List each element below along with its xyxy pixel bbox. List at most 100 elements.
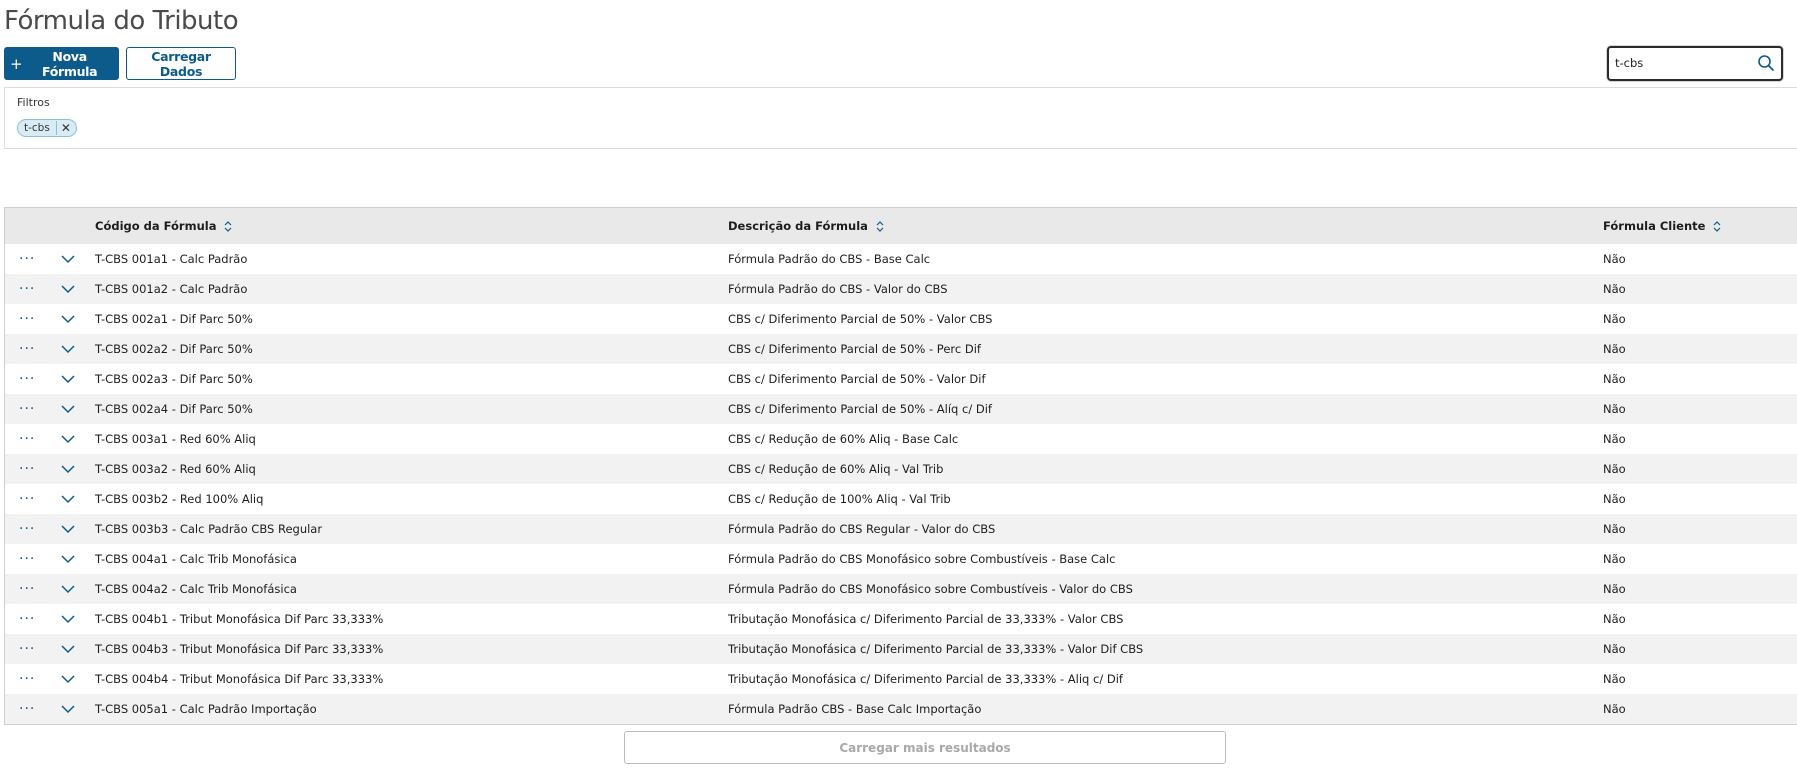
formula-description: Fórmula Padrão do CBS Regular - Valor do… xyxy=(728,522,996,536)
more-horizontal-icon[interactable]: ··· xyxy=(19,424,41,454)
more-horizontal-icon[interactable]: ··· xyxy=(19,514,41,544)
table-row[interactable]: ··· T-CBS 002a1 - Dif Parc 50% CBS c/ Dife… xyxy=(5,304,1797,334)
load-data-button[interactable]: Carregar Dados xyxy=(126,47,236,80)
chevron-down-icon[interactable] xyxy=(61,664,77,694)
chevron-down-icon[interactable] xyxy=(61,484,77,514)
sort-icon[interactable] xyxy=(876,220,884,232)
table-row[interactable]: ··· T-CBS 002a4 - Dif Parc 50% CBS c/ Dife… xyxy=(5,394,1797,424)
table-row[interactable]: ··· T-CBS 004b4 - Tribut Monofásica Dif P… xyxy=(5,664,1797,694)
formula-description: Tributação Monofásica c/ Diferimento Par… xyxy=(728,642,1144,656)
search-icon[interactable] xyxy=(1757,54,1775,72)
more-horizontal-icon[interactable]: ··· xyxy=(19,454,41,484)
chevron-down-icon[interactable] xyxy=(61,574,77,604)
formula-description: Fórmula Padrão do CBS - Valor do CBS xyxy=(728,282,948,296)
formula-client: Não xyxy=(1603,612,1626,626)
load-more-button[interactable]: Carregar mais resultados xyxy=(624,731,1226,764)
chevron-down-icon[interactable] xyxy=(61,274,77,304)
table-row[interactable]: ··· T-CBS 004a1 - Calc Trib Monofásica Fór… xyxy=(5,544,1797,574)
more-horizontal-icon[interactable]: ··· xyxy=(19,334,41,364)
chevron-down-icon[interactable] xyxy=(61,424,77,454)
chip-divider xyxy=(55,121,57,135)
formula-code: T-CBS 004b3 - Tribut Monofásica Dif Parc… xyxy=(95,642,384,656)
table-row[interactable]: ··· T-CBS 003a2 - Red 60% Aliq CBS c/ Redu… xyxy=(5,454,1797,484)
formula-client: Não xyxy=(1603,672,1626,686)
chevron-down-icon[interactable] xyxy=(61,454,77,484)
search-input[interactable] xyxy=(1615,54,1753,72)
chevron-down-icon[interactable] xyxy=(61,604,77,634)
sort-icon[interactable] xyxy=(1713,220,1721,232)
more-horizontal-icon[interactable]: ··· xyxy=(19,664,41,694)
new-formula-button[interactable]: + Nova Fórmula xyxy=(4,47,119,80)
formula-code: T-CBS 002a4 - Dif Parc 50% xyxy=(95,402,253,416)
formula-description: Fórmula Padrão do CBS Monofásico sobre C… xyxy=(728,552,1116,566)
close-icon[interactable]: ✕ xyxy=(61,121,76,135)
more-horizontal-icon[interactable]: ··· xyxy=(19,304,41,334)
chevron-down-icon[interactable] xyxy=(61,544,77,574)
chevron-down-icon[interactable] xyxy=(61,694,77,724)
chevron-down-icon[interactable] xyxy=(61,514,77,544)
chevron-down-icon[interactable] xyxy=(61,334,77,364)
formula-description: Fórmula Padrão CBS - Base Calc Importaçã… xyxy=(728,702,982,716)
formula-description: Fórmula Padrão do CBS Monofásico sobre C… xyxy=(728,582,1133,596)
formula-code: T-CBS 005a1 - Calc Padrão Importação xyxy=(95,702,317,716)
table-row[interactable]: ··· T-CBS 002a2 - Dif Parc 50% CBS c/ Dife… xyxy=(5,334,1797,364)
more-horizontal-icon[interactable]: ··· xyxy=(19,394,41,424)
formula-client: Não xyxy=(1603,402,1626,416)
table-row[interactable]: ··· T-CBS 004a2 - Calc Trib Monofásica Fór… xyxy=(5,574,1797,604)
chevron-down-icon[interactable] xyxy=(61,304,77,334)
more-horizontal-icon[interactable]: ··· xyxy=(19,694,41,724)
more-horizontal-icon[interactable]: ··· xyxy=(19,274,41,304)
table-row[interactable]: ··· T-CBS 004b1 - Tribut Monofásica Dif P… xyxy=(5,604,1797,634)
formula-description: CBS c/ Diferimento Parcial de 50% - Valo… xyxy=(728,312,993,326)
formula-code: T-CBS 003b2 - Red 100% Aliq xyxy=(95,492,264,506)
table-row[interactable]: ··· T-CBS 003b2 - Red 100% Aliq CBS c/ Red… xyxy=(5,484,1797,514)
formula-client: Não xyxy=(1603,552,1626,566)
search-box[interactable] xyxy=(1607,46,1783,81)
column-header-code-label: Código da Fórmula xyxy=(95,219,217,233)
formula-code: T-CBS 002a2 - Dif Parc 50% xyxy=(95,342,253,356)
formula-code: T-CBS 003a2 - Red 60% Aliq xyxy=(95,462,256,476)
table-row[interactable]: ··· T-CBS 002a3 - Dif Parc 50% CBS c/ Dife… xyxy=(5,364,1797,394)
formula-code: T-CBS 004a1 - Calc Trib Monofásica xyxy=(95,552,297,566)
column-header-code[interactable]: Código da Fórmula xyxy=(95,208,232,244)
formula-table: Código da Fórmula Descrição da Fórmula F… xyxy=(4,207,1797,725)
formula-description: CBS c/ Diferimento Parcial de 50% - Alíq… xyxy=(728,402,992,416)
sort-icon[interactable] xyxy=(224,220,232,232)
chevron-down-icon[interactable] xyxy=(61,634,77,664)
filters-label: Filtros xyxy=(17,96,50,109)
column-header-client[interactable]: Fórmula Cliente xyxy=(1603,208,1721,244)
chevron-down-icon[interactable] xyxy=(61,244,77,274)
table-row[interactable]: ··· T-CBS 005a1 - Calc Padrão Importação F… xyxy=(5,694,1797,724)
chevron-down-icon[interactable] xyxy=(61,394,77,424)
table-row[interactable]: ··· T-CBS 001a2 - Calc Padrão Fórmula Padr… xyxy=(5,274,1797,304)
table-header: Código da Fórmula Descrição da Fórmula F… xyxy=(5,208,1797,244)
formula-code: T-CBS 001a1 - Calc Padrão xyxy=(95,252,248,266)
formula-code: T-CBS 004b4 - Tribut Monofásica Dif Parc… xyxy=(95,672,384,686)
more-horizontal-icon[interactable]: ··· xyxy=(19,244,41,274)
formula-description: Tributação Monofásica c/ Diferimento Par… xyxy=(728,612,1124,626)
formula-code: T-CBS 004a2 - Calc Trib Monofásica xyxy=(95,582,297,596)
more-horizontal-icon[interactable]: ··· xyxy=(19,574,41,604)
column-header-description[interactable]: Descrição da Fórmula xyxy=(728,208,884,244)
more-horizontal-icon[interactable]: ··· xyxy=(19,544,41,574)
filter-chip: t-cbs ✕ xyxy=(17,119,77,137)
formula-code: T-CBS 002a3 - Dif Parc 50% xyxy=(95,372,253,386)
more-horizontal-icon[interactable]: ··· xyxy=(19,634,41,664)
table-row[interactable]: ··· T-CBS 004b3 - Tribut Monofásica Dif P… xyxy=(5,634,1797,664)
formula-client: Não xyxy=(1603,522,1626,536)
table-row[interactable]: ··· T-CBS 003a1 - Red 60% Aliq CBS c/ Redu… xyxy=(5,424,1797,454)
more-horizontal-icon[interactable]: ··· xyxy=(19,484,41,514)
more-horizontal-icon[interactable]: ··· xyxy=(19,604,41,634)
formula-client: Não xyxy=(1603,252,1626,266)
table-row[interactable]: ··· T-CBS 003b3 - Calc Padrão CBS Regular… xyxy=(5,514,1797,544)
formula-description: CBS c/ Diferimento Parcial de 50% - Valo… xyxy=(728,372,986,386)
chevron-down-icon[interactable] xyxy=(61,364,77,394)
more-horizontal-icon[interactable]: ··· xyxy=(19,364,41,394)
formula-client: Não xyxy=(1603,582,1626,596)
table-body: ··· T-CBS 001a1 - Calc Padrão Fórmula Padr… xyxy=(5,244,1797,724)
formula-description: Fórmula Padrão do CBS - Base Calc xyxy=(728,252,931,266)
table-row[interactable]: ··· T-CBS 001a1 - Calc Padrão Fórmula Padr… xyxy=(5,244,1797,274)
filter-panel: Filtros t-cbs ✕ xyxy=(4,87,1797,149)
column-header-client-label: Fórmula Cliente xyxy=(1603,219,1706,233)
formula-client: Não xyxy=(1603,702,1626,716)
